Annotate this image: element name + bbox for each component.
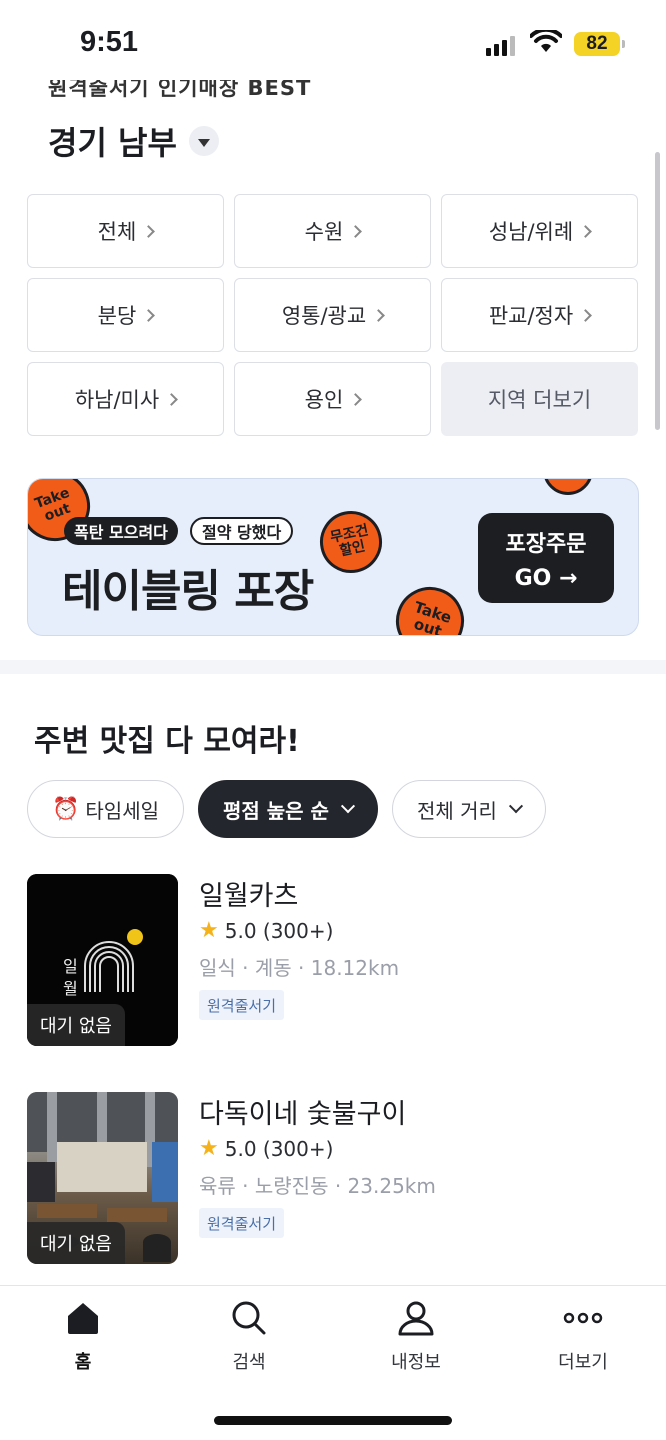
more-dots-icon	[563, 1312, 603, 1324]
region-button-all[interactable]: 전체	[27, 194, 224, 268]
store-name: 일월카츠	[199, 881, 299, 912]
svg-text:일: 일	[63, 957, 78, 976]
takeout-banner[interactable]: Take out 폭탄 모으려다 절약 당했다 테이블링 포장 무조건 할인 T…	[27, 478, 639, 636]
sort-chip[interactable]: 평점 높은 순	[198, 780, 378, 838]
region-more-button[interactable]: 지역 더보기	[441, 362, 638, 436]
signal-icon	[486, 36, 515, 56]
chevron-right-icon	[349, 224, 363, 238]
region-button-suwon[interactable]: 수원	[234, 194, 431, 268]
chevron-right-icon	[579, 308, 593, 322]
review-count: (300+)	[262, 1136, 334, 1161]
star-icon: ★	[199, 918, 219, 943]
tab-my-info[interactable]: 내정보	[356, 1300, 476, 1374]
battery-indicator: 82	[574, 32, 625, 56]
store-meta: 육류 · 노량진동 · 23.25km	[199, 1174, 436, 1198]
takeout-order-label: 포장주문	[505, 531, 587, 557]
star-icon: ★	[199, 1136, 219, 1161]
region-button-bundang[interactable]: 분당	[27, 278, 224, 352]
chevron-right-icon	[142, 308, 156, 322]
region-label: 영통/광교	[281, 304, 367, 328]
rating-value: 5.0	[224, 918, 257, 943]
takeout-go-label: GO →	[514, 565, 578, 591]
region-label: 하남/미사	[74, 388, 160, 412]
status-bar: 9:51 82	[0, 0, 666, 80]
chevron-down-icon	[340, 799, 356, 814]
store-thumbnail: 일 월 대기 없음	[27, 874, 178, 1046]
banner-badge-light: 절약 당했다	[190, 517, 294, 545]
section-divider	[0, 660, 666, 674]
chevron-right-icon	[349, 392, 363, 406]
alarm-clock-icon: ⏰	[52, 796, 80, 822]
store-rating: ★ 5.0 (300+)	[199, 918, 333, 943]
sort-label: 평점 높은 순	[223, 798, 329, 823]
tab-label: 검색	[232, 1352, 266, 1373]
region-button-seongnam[interactable]: 성남/위례	[441, 194, 638, 268]
status-time: 9:51	[80, 26, 139, 58]
tab-more[interactable]: 더보기	[523, 1300, 643, 1374]
region-button-hanam[interactable]: 하남/미사	[27, 362, 224, 436]
search-icon	[232, 1301, 266, 1335]
banner-title: 테이블링 포장	[62, 566, 314, 617]
takeout-order-button[interactable]: 포장주문 GO →	[478, 513, 614, 603]
region-label: 성남/위례	[488, 220, 574, 244]
remote-queue-tag: 원격줄서기	[199, 1208, 285, 1238]
region-title: 경기 남부	[48, 124, 177, 162]
store-thumbnail: 대기 없음	[27, 1092, 178, 1264]
region-button-yongin[interactable]: 용인	[234, 362, 431, 436]
chevron-right-icon	[579, 224, 593, 238]
chevron-right-icon	[142, 224, 156, 238]
wifi-icon	[530, 30, 562, 52]
decorative-stamp	[543, 479, 593, 495]
home-icon	[68, 1303, 98, 1334]
discount-stamp: 무조건 할인	[314, 505, 388, 579]
region-label: 판교/정자	[488, 304, 574, 328]
time-sale-label: 타임세일	[85, 798, 160, 823]
tab-label: 내정보	[391, 1352, 441, 1373]
region-selector[interactable]: 경기 남부	[48, 118, 219, 164]
region-label: 수원	[304, 220, 344, 244]
scrollbar[interactable]	[655, 152, 660, 430]
person-icon	[398, 1301, 434, 1336]
banner-badge-dark: 폭탄 모으려다	[64, 517, 178, 545]
remote-queue-tag: 원격줄서기	[199, 990, 285, 1020]
store-rating: ★ 5.0 (300+)	[199, 1136, 333, 1161]
tab-home[interactable]: 홈	[23, 1300, 143, 1374]
region-label: 전체	[97, 220, 137, 244]
store-card[interactable]: 일 월 대기 없음 일월카츠 ★ 5.0 (300+) 일식 · 계동 · 18…	[27, 874, 639, 1046]
store-name: 다독이네 숯불구이	[199, 1099, 407, 1130]
chevron-down-icon[interactable]	[188, 126, 219, 156]
chevron-right-icon	[165, 392, 179, 406]
section-title: 주변 맛집 다 모여라!	[34, 724, 300, 759]
store-meta: 일식 · 계동 · 18.12km	[199, 956, 400, 980]
region-button-yeongtong[interactable]: 영통/광교	[234, 278, 431, 352]
chevron-down-icon	[508, 799, 523, 814]
wait-status-badge: 대기 없음	[27, 1004, 125, 1046]
region-grid: 전체 수원 성남/위례 분당 영통/광교 판교/정자 하남/미사 용인 지역 더…	[27, 194, 639, 436]
home-indicator	[214, 1416, 452, 1425]
rating-value: 5.0	[224, 1136, 257, 1161]
review-count: (300+)	[262, 918, 334, 943]
svg-text:월: 월	[63, 979, 78, 998]
filter-chips: ⏰ 타임세일 평점 높은 순 전체 거리	[27, 780, 546, 838]
tab-label: 홈	[74, 1352, 92, 1373]
distance-chip[interactable]: 전체 거리	[391, 780, 546, 838]
store-card[interactable]: 대기 없음 다독이네 숯불구이 ★ 5.0 (300+) 육류 · 노량진동 ·…	[27, 1092, 639, 1264]
wait-status-badge: 대기 없음	[27, 1222, 125, 1264]
distance-label: 전체 거리	[416, 798, 497, 823]
tab-label: 더보기	[558, 1352, 608, 1373]
region-button-pangyo[interactable]: 판교/정자	[441, 278, 638, 352]
region-label: 분당	[97, 304, 137, 328]
time-sale-chip[interactable]: ⏰ 타임세일	[27, 780, 185, 838]
chevron-right-icon	[372, 308, 386, 322]
takeout-stamp-bottom: Take out	[387, 578, 473, 635]
region-label: 용인	[304, 388, 344, 412]
tab-search[interactable]: 검색	[189, 1300, 309, 1374]
